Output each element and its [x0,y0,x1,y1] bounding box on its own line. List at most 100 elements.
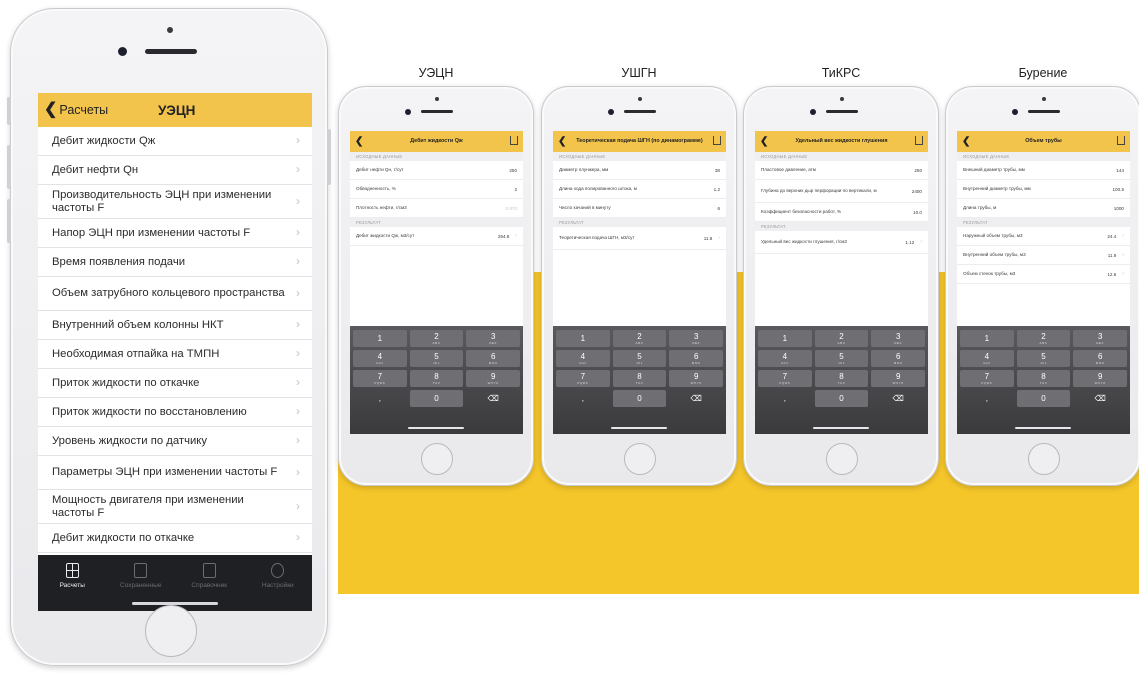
key-0[interactable]: 0 [814,390,869,407]
key-6[interactable]: 6 MNO [466,350,521,367]
key-5[interactable]: 5 JKL [612,350,667,367]
key-3[interactable]: 3 DEF [669,330,724,347]
key-9[interactable]: 9 WXYZ [466,370,521,387]
key-4[interactable]: 4 GHI [353,350,407,367]
list-item[interactable]: Приток жидкости по откачке › [38,369,312,398]
key-comma[interactable]: , [556,390,610,407]
key-8[interactable]: 8 TUV [814,370,869,387]
key-5[interactable]: 5 JKL [814,350,869,367]
backspace-key[interactable]: ⌫ [871,390,925,407]
share-icon[interactable] [713,136,721,145]
key-comma[interactable]: , [353,390,407,407]
chevron-left-icon[interactable]: ❮ [760,136,768,147]
input-value[interactable]: 1000 [1114,206,1124,211]
result-row[interactable]: Удельный вес жидкости глушения, г/см3 1.1… [755,231,928,254]
list-item[interactable]: Внутренний объем колонны НКТ › [38,311,312,340]
input-row[interactable]: Обводненность, % 2 [350,180,523,199]
home-button[interactable] [826,443,858,475]
input-row[interactable]: Внутренний диаметр трубы, мм 100.5 [957,180,1130,199]
list-item[interactable]: Дебит жидкости по откачке › [38,524,312,553]
input-value[interactable]: 250 [509,168,517,173]
list-item[interactable]: Дебит нефти Qн › [38,156,312,185]
input-value[interactable]: 144 [1116,168,1124,173]
key-9[interactable]: 9 WXYZ [1073,370,1128,387]
key-7[interactable]: 7 PQRS [758,370,812,387]
tab-gear[interactable]: Настройки [248,563,308,611]
key-2[interactable]: 2 ABC [612,330,667,347]
key-4[interactable]: 4 GHI [758,350,812,367]
key-5[interactable]: 5 JKL [1016,350,1071,367]
home-button[interactable] [421,443,453,475]
list-item[interactable]: Уровень жидкости по датчику › [38,427,312,456]
key-0[interactable]: 0 [612,390,667,407]
tab-calculator[interactable]: Расчеты [42,563,102,611]
list-item[interactable]: Мощность двигателя при изменении частоты… [38,490,312,524]
backspace-key[interactable]: ⌫ [669,390,723,407]
input-value[interactable]: 100.5 [1113,187,1125,192]
result-row[interactable]: Наружный объем трубы, м3 24.4 › [957,227,1130,246]
result-row[interactable]: Теоретическая подача ШГН, м3/сут 11.8 › [553,227,726,250]
key-8[interactable]: 8 TUV [1016,370,1071,387]
chevron-left-icon[interactable]: ❮ [355,136,363,147]
input-row[interactable]: Плотность нефти, г/см3 0.870 [350,199,523,218]
key-6[interactable]: 6 MNO [871,350,926,367]
key-5[interactable]: 5 JKL [409,350,464,367]
key-7[interactable]: 7 PQRS [556,370,610,387]
list-item[interactable]: Приток жидкости по восстановлению › [38,398,312,427]
key-8[interactable]: 8 TUV [409,370,464,387]
key-comma[interactable]: , [758,390,812,407]
share-icon[interactable] [915,136,923,145]
chevron-left-icon[interactable]: ❮ [558,136,566,147]
list-item[interactable]: Дебит жидкости Qж › [38,127,312,156]
key-2[interactable]: 2 ABC [409,330,464,347]
chevron-left-icon[interactable]: ❮ [962,136,970,147]
share-icon[interactable] [510,136,518,145]
input-row[interactable]: Длина трубы, м 1000 [957,199,1130,218]
input-value[interactable]: 6 [717,206,720,211]
key-1[interactable]: 1 [758,330,812,347]
key-1[interactable]: 1 [960,330,1014,347]
key-3[interactable]: 3 DEF [466,330,521,347]
input-value[interactable]: 0.870 [506,206,518,211]
input-value[interactable]: 38 [715,168,720,173]
input-row[interactable]: Диаметр плунжера, мм 38 [553,161,726,180]
list-item[interactable]: Напор ЭЦН при изменении частоты F › [38,219,312,248]
input-value[interactable]: 250 [914,168,922,173]
backspace-key[interactable]: ⌫ [466,390,520,407]
input-row[interactable]: Внешний диаметр трубы, мм 144 [957,161,1130,180]
input-row[interactable]: Глубина до верхних дыр перфорации по вер… [755,180,928,203]
input-row[interactable]: Длина хода полированного штока, м 1.2 [553,180,726,199]
input-row[interactable]: Число качаний в минуту 6 [553,199,726,218]
result-row[interactable]: Дебит жидкости Qж, м3/сут 294.8 › [350,227,523,246]
list-item[interactable]: Необходимая отпайка на ТМПН › [38,340,312,369]
share-icon[interactable] [1117,136,1125,145]
key-3[interactable]: 3 DEF [871,330,926,347]
home-button[interactable] [1028,443,1060,475]
input-row[interactable]: Коэффициент безопасности работ, % 10.0 [755,203,928,222]
home-button[interactable] [145,605,197,657]
key-1[interactable]: 1 [353,330,407,347]
key-8[interactable]: 8 TUV [612,370,667,387]
key-comma[interactable]: , [960,390,1014,407]
input-value[interactable]: 2 [514,187,517,192]
key-6[interactable]: 6 MNO [1073,350,1128,367]
result-row[interactable]: Внутренний объем трубы, м3 11.9 › [957,246,1130,265]
key-4[interactable]: 4 GHI [556,350,610,367]
input-value[interactable]: 1.2 [714,187,720,192]
key-4[interactable]: 4 GHI [960,350,1014,367]
back-button[interactable]: ❮ Расчеты [38,102,108,118]
key-7[interactable]: 7 PQRS [960,370,1014,387]
list-item[interactable]: Объем затрубного кольцевого пространства… [38,277,312,311]
list-item[interactable]: Параметры ЭЦН при изменении частоты F › [38,456,312,490]
key-2[interactable]: 2 ABC [814,330,869,347]
key-0[interactable]: 0 [409,390,464,407]
home-button[interactable] [624,443,656,475]
input-value[interactable]: 10.0 [913,210,922,215]
backspace-key[interactable]: ⌫ [1073,390,1127,407]
key-3[interactable]: 3 DEF [1073,330,1128,347]
key-1[interactable]: 1 [556,330,610,347]
input-row[interactable]: Пластовое давление, атм 250 [755,161,928,180]
key-0[interactable]: 0 [1016,390,1071,407]
input-row[interactable]: Дебит нефти Qн, т/сут 250 [350,161,523,180]
key-7[interactable]: 7 PQRS [353,370,407,387]
